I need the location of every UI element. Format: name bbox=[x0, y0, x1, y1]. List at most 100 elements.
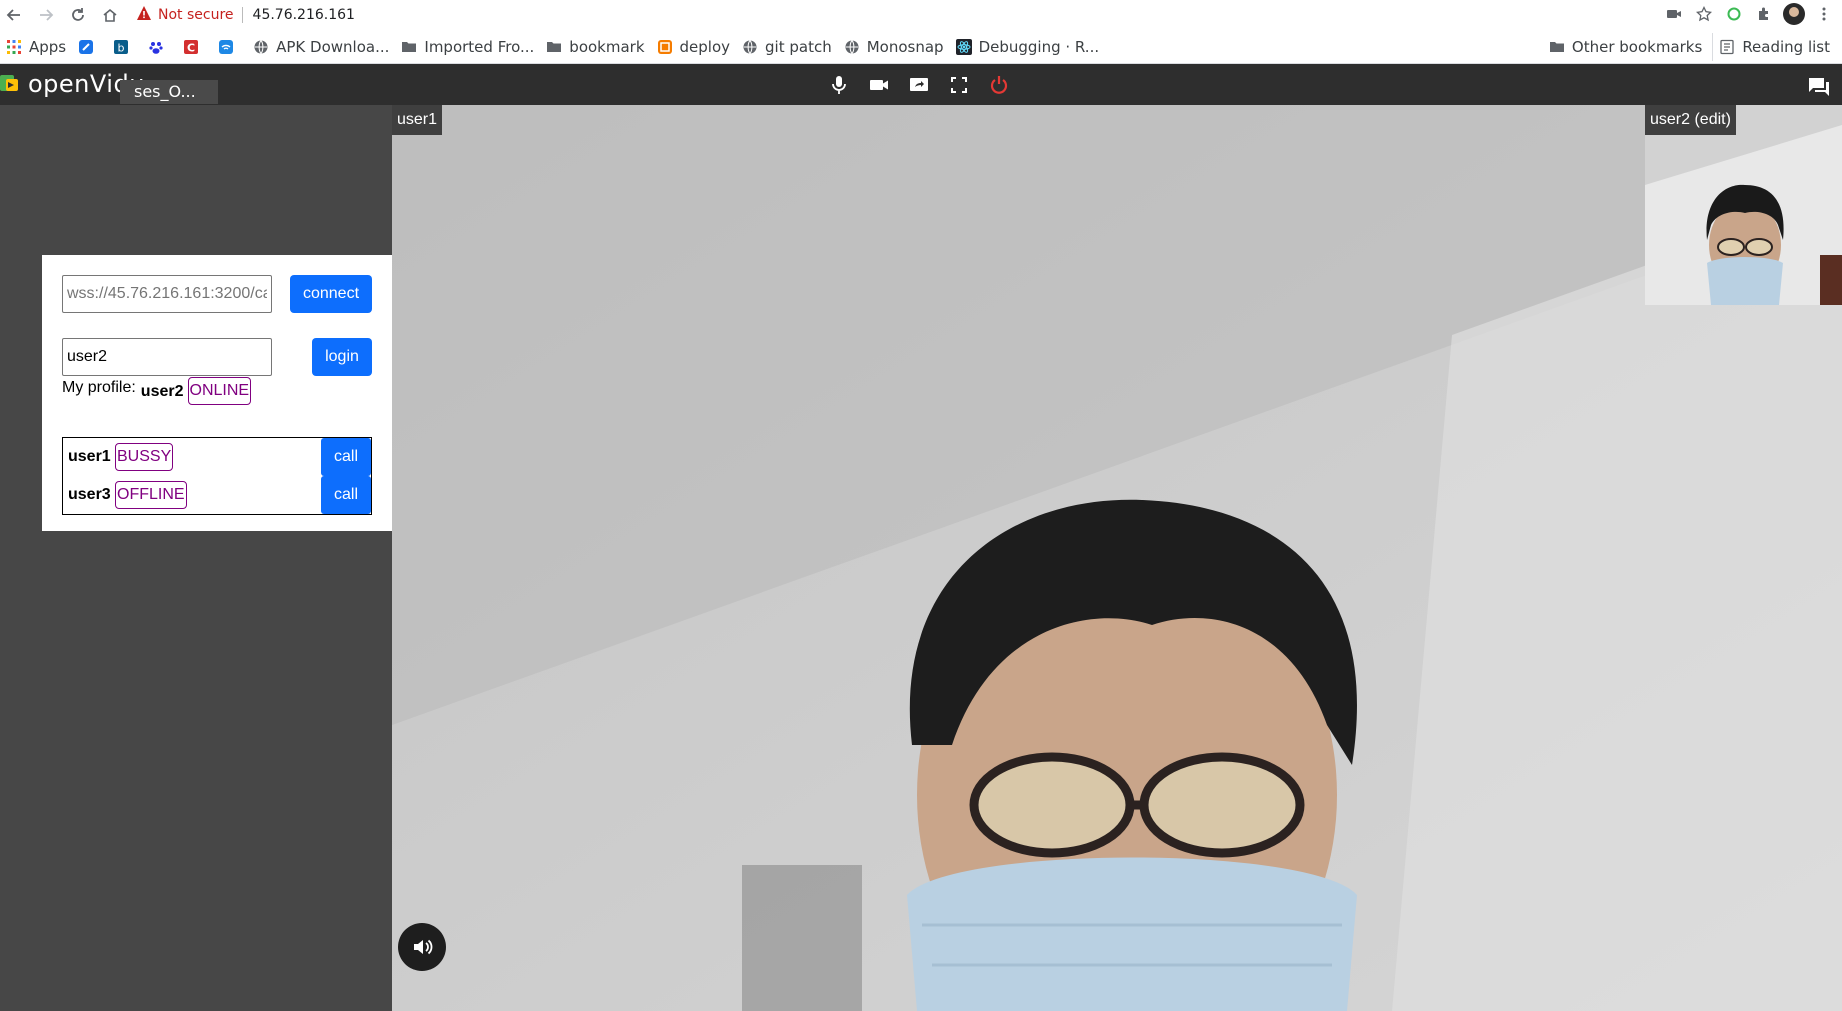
green-refresh-icon bbox=[1727, 7, 1741, 21]
microphone-icon bbox=[832, 76, 846, 94]
bookmark-label: Apps bbox=[29, 37, 67, 56]
star-icon bbox=[1696, 6, 1712, 22]
bookmark-apps[interactable]: Apps bbox=[0, 33, 72, 61]
home-button[interactable] bbox=[98, 3, 122, 27]
bookmark-debugging[interactable]: Debugging · R... bbox=[950, 33, 1106, 61]
reload-icon bbox=[72, 8, 84, 21]
bookmark-label: deploy bbox=[679, 37, 731, 56]
bookmark-bing[interactable]: b bbox=[107, 33, 142, 61]
puzzle-icon bbox=[1759, 7, 1768, 20]
wifi-app-icon bbox=[218, 39, 234, 55]
user-list: user1 BUSSY call user3 OFFLINE call bbox=[62, 437, 372, 515]
fullscreen-button[interactable] bbox=[946, 72, 972, 98]
remote-video-feed bbox=[392, 105, 1842, 1011]
arrow-left-icon bbox=[6, 9, 20, 21]
bing-icon: b bbox=[113, 39, 129, 55]
camera-button[interactable] bbox=[866, 72, 892, 98]
bookmark-deploy[interactable]: deploy bbox=[651, 33, 737, 61]
warning-icon bbox=[136, 5, 158, 25]
bookmark-baidu[interactable] bbox=[142, 33, 177, 61]
power-icon bbox=[990, 76, 1008, 94]
main-video[interactable]: user1 bbox=[392, 105, 1842, 1011]
reload-button[interactable] bbox=[66, 3, 90, 27]
bookmark-blue-app[interactable] bbox=[72, 33, 107, 61]
login-button[interactable]: login bbox=[312, 338, 372, 376]
bookmark-label: git patch bbox=[765, 37, 832, 56]
left-panel: connect login My profile: user2 ONLINE u… bbox=[0, 105, 392, 1011]
chat-button[interactable] bbox=[1806, 74, 1832, 100]
camera-in-use-button[interactable] bbox=[1662, 2, 1686, 26]
username-input[interactable] bbox=[62, 338, 272, 376]
app-toolbar: openVidu ses_O... bbox=[0, 64, 1842, 105]
volume-button[interactable] bbox=[398, 923, 446, 971]
react-icon bbox=[955, 38, 972, 55]
other-bookmarks-button[interactable]: Other bookmarks bbox=[1543, 33, 1708, 61]
profile-name: user2 bbox=[140, 383, 184, 400]
call-button[interactable]: call bbox=[321, 438, 371, 476]
other-bookmarks-label: Other bookmarks bbox=[1571, 38, 1703, 56]
deploy-icon bbox=[657, 39, 673, 55]
browser-toolbar: Not secure 45.76.216.161 bbox=[0, 0, 1842, 30]
address-bar[interactable]: Not secure 45.76.216.161 bbox=[136, 3, 355, 27]
session-name: ses_O... bbox=[120, 80, 218, 104]
arrow-right-icon bbox=[40, 9, 54, 21]
reading-list-label: Reading list bbox=[1742, 38, 1830, 56]
extension-green-button[interactable] bbox=[1722, 2, 1746, 26]
status-badge: OFFLINE bbox=[115, 481, 187, 509]
bookmark-folder-imported[interactable]: Imported Fro... bbox=[395, 33, 540, 61]
folder-icon bbox=[546, 39, 562, 55]
call-panel: connect login My profile: user2 ONLINE u… bbox=[42, 255, 392, 531]
blue-app-icon bbox=[78, 39, 94, 55]
bookmark-label: APK Downloa... bbox=[276, 37, 390, 56]
local-video-feed bbox=[1645, 105, 1842, 305]
profile-label: My profile: bbox=[62, 379, 136, 396]
call-button[interactable]: call bbox=[321, 476, 371, 514]
bookmark-star-button[interactable] bbox=[1692, 2, 1716, 26]
user-name: user3 bbox=[68, 486, 111, 503]
divider bbox=[241, 7, 243, 23]
bookmarks-right-group: Other bookmarks Reading list bbox=[1543, 33, 1836, 61]
connect-button[interactable]: connect bbox=[290, 275, 372, 313]
forward-button[interactable] bbox=[34, 3, 58, 27]
list-item: user3 OFFLINE call bbox=[63, 476, 371, 514]
menu-button[interactable] bbox=[1812, 2, 1836, 26]
main-video-label: user1 bbox=[392, 105, 443, 135]
local-video[interactable]: user2 (edit) bbox=[1645, 105, 1842, 305]
ws-url-input[interactable] bbox=[62, 275, 272, 313]
list-item: user1 BUSSY call bbox=[63, 438, 371, 476]
leave-session-button[interactable] bbox=[986, 72, 1012, 98]
home-icon bbox=[103, 8, 117, 22]
url-text[interactable]: 45.76.216.161 bbox=[253, 7, 355, 23]
browser-right-tools bbox=[1662, 2, 1842, 26]
globe-icon bbox=[253, 39, 269, 55]
folder-icon bbox=[401, 39, 417, 55]
back-button[interactable] bbox=[2, 3, 26, 27]
security-label[interactable]: Not secure bbox=[158, 7, 242, 23]
openvidu-logo-icon bbox=[0, 73, 22, 95]
baidu-icon bbox=[148, 39, 164, 55]
bookmark-wifi-app[interactable] bbox=[212, 33, 247, 61]
camera-icon bbox=[1667, 10, 1681, 18]
svg-text:C: C bbox=[187, 41, 195, 54]
screen-share-button[interactable] bbox=[906, 72, 932, 98]
speaker-icon bbox=[414, 939, 433, 955]
bookmark-label: bookmark bbox=[569, 37, 645, 56]
bookmark-apk[interactable]: APK Downloa... bbox=[247, 33, 395, 61]
kebab-menu-icon bbox=[1822, 7, 1826, 21]
reading-list-icon bbox=[1719, 39, 1735, 55]
profile-button[interactable] bbox=[1782, 2, 1806, 26]
svg-text:b: b bbox=[118, 41, 125, 54]
extensions-button[interactable] bbox=[1752, 2, 1776, 26]
reading-list-button[interactable]: Reading list bbox=[1712, 33, 1836, 61]
fullscreen-icon bbox=[951, 77, 967, 93]
bookmark-label: Imported Fro... bbox=[424, 37, 535, 56]
bookmark-git-patch[interactable]: git patch bbox=[736, 33, 838, 61]
bookmark-monosnap[interactable]: Monosnap bbox=[838, 33, 950, 61]
screen-share-icon bbox=[910, 78, 928, 91]
bookmark-folder-bookmark[interactable]: bookmark bbox=[540, 33, 650, 61]
mic-button[interactable] bbox=[826, 72, 852, 98]
local-video-label[interactable]: user2 (edit) bbox=[1645, 105, 1736, 135]
my-profile: My profile: user2 ONLINE bbox=[62, 377, 252, 405]
status-badge: BUSSY bbox=[115, 443, 174, 471]
bookmark-red-c[interactable]: C bbox=[177, 33, 212, 61]
